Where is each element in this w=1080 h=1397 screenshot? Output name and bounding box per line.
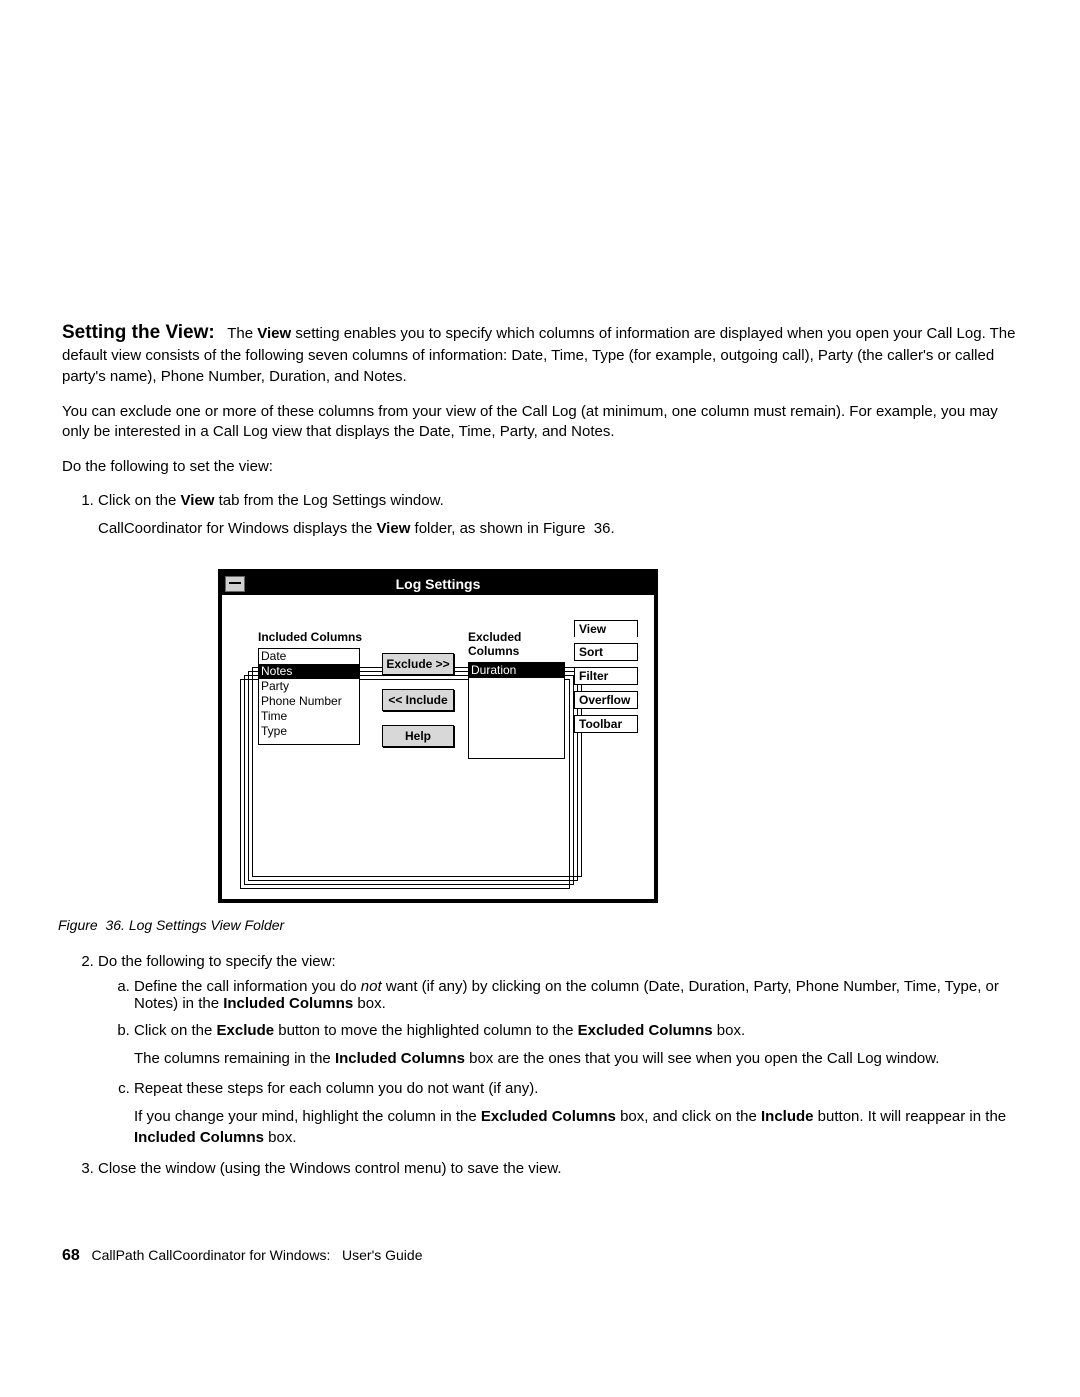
section-title: Setting the View: (62, 322, 215, 343)
list-item[interactable]: Date (259, 649, 359, 664)
excluded-columns-label: Excluded Columns (468, 630, 573, 658)
included-columns-label: Included Columns (258, 630, 363, 644)
tab-toolbar[interactable]: Toolbar (574, 715, 638, 733)
exclude-paragraph: You can exclude one or more of these col… (62, 402, 1018, 443)
footer-text: CallPath CallCoordinator for Windows: Us… (80, 1247, 423, 1263)
list-item[interactable]: Duration (469, 663, 564, 678)
list-item[interactable]: Phone Number (259, 694, 359, 709)
page-footer: 68 CallPath CallCoordinator for Windows:… (62, 1247, 1018, 1265)
help-button[interactable]: Help (382, 725, 454, 747)
main-steps: Click on the View tab from the Log Setti… (62, 492, 1018, 1178)
step-2: Do the following to specify the view: De… (98, 953, 1018, 1148)
exclude-button[interactable]: Exclude >> (382, 653, 454, 675)
step-2b: Click on the Exclude button to move the … (134, 1022, 1018, 1070)
do-following: Do the following to set the view: (62, 457, 1018, 478)
tab-view[interactable]: View (574, 620, 638, 637)
tab-overflow[interactable]: Overflow (574, 691, 638, 709)
list-item[interactable]: Type (259, 724, 359, 739)
included-columns-listbox[interactable]: Date Notes Party Phone Number Time Type (258, 648, 360, 745)
window-title: Log Settings (396, 576, 481, 592)
figure-caption: Figure 36. Log Settings View Folder (58, 917, 1018, 933)
list-item[interactable]: Notes (259, 664, 359, 679)
include-button[interactable]: << Include (382, 689, 454, 711)
excluded-columns-listbox[interactable]: Duration (468, 662, 565, 759)
list-item[interactable]: Time (259, 709, 359, 724)
step-1: Click on the View tab from the Log Setti… (98, 492, 1018, 934)
intro-paragraph: Setting the View: The View setting enabl… (62, 320, 1018, 388)
step-1-result: CallCoordinator for Windows displays the… (98, 519, 1018, 540)
tab-filter[interactable]: Filter (574, 667, 638, 685)
tab-sort[interactable]: Sort (574, 643, 638, 661)
list-item[interactable]: Party (259, 679, 359, 694)
control-menu-icon[interactable] (225, 576, 245, 592)
window-titlebar: Log Settings (222, 573, 654, 595)
step-3: Close the window (using the Windows cont… (98, 1160, 1018, 1177)
page-number: 68 (62, 1247, 80, 1264)
step-2a: Define the call information you do not w… (134, 978, 1018, 1012)
figure-36-screenshot: Log Settings Included Columns Date Notes (218, 569, 658, 903)
log-settings-window: Log Settings Included Columns Date Notes (218, 569, 658, 903)
step-2c: Repeat these steps for each column you d… (134, 1080, 1018, 1148)
